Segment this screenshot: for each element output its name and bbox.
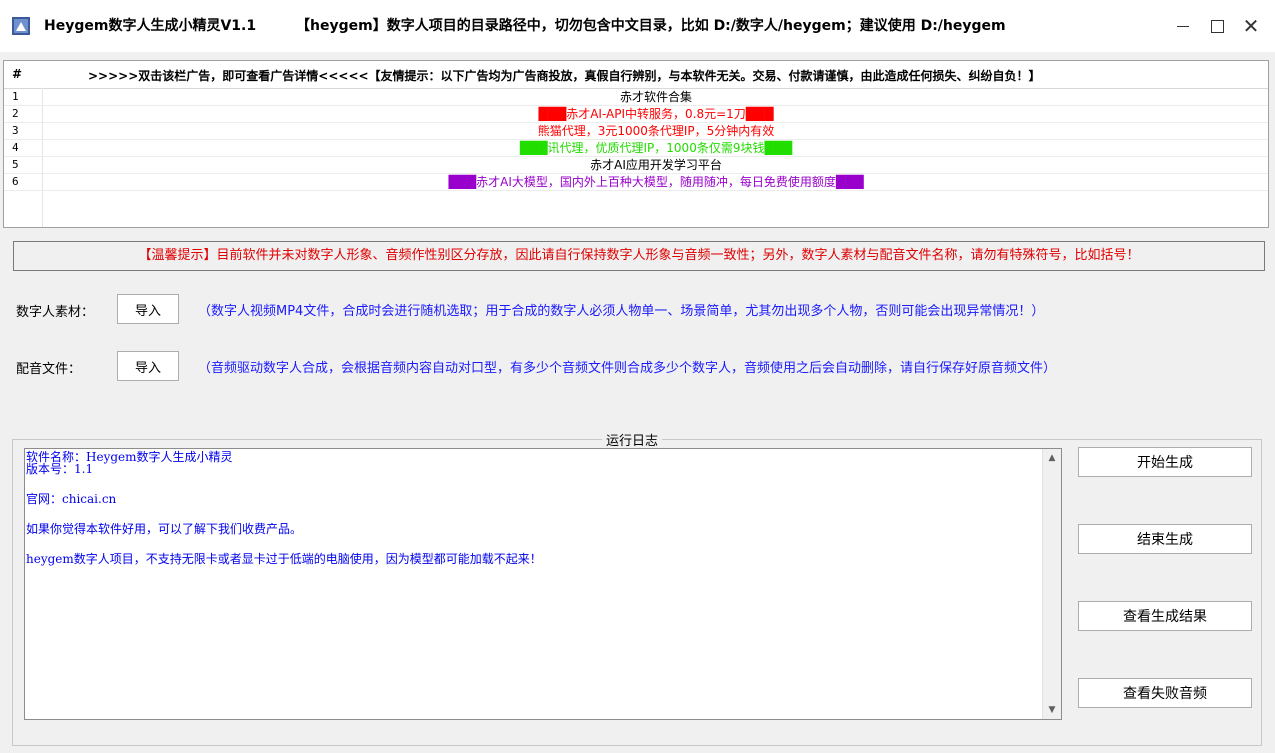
ad-row-text: ███讯代理，优质代理IP，1000条仅需9块钱███ <box>519 141 793 155</box>
ad-row-num: 4 <box>12 141 19 154</box>
minimize-icon <box>1177 25 1189 27</box>
ad-table-header: # >>>>>双击该栏广告，即可查看广告详情<<<<<【友情提示：以下广告均为广… <box>4 61 1268 89</box>
window-title: Heygem数字人生成小精灵V1.1 <box>44 18 257 34</box>
start-generate-button[interactable]: 开始生成 <box>1078 447 1252 477</box>
ad-row-num: 1 <box>12 90 19 103</box>
ad-header-text: >>>>>双击该栏广告，即可查看广告详情<<<<<【友情提示：以下广告均为广告商… <box>88 69 1041 83</box>
ad-row-num: 6 <box>12 175 19 188</box>
title-bar: Heygem数字人生成小精灵V1.1 【heygem】数字人项目的目录路径中，切… <box>0 0 1275 52</box>
scroll-down-icon[interactable]: ▼ <box>1043 701 1061 719</box>
ad-row-num: 5 <box>12 158 19 171</box>
ad-row[interactable]: 2 ███赤才AI-API中转服务，0.8元=1刀███ <box>4 106 1268 123</box>
ad-row[interactable]: 5 赤才AI应用开发学习平台 <box>4 157 1268 174</box>
app-icon <box>12 17 30 35</box>
view-results-button[interactable]: 查看生成结果 <box>1078 601 1252 631</box>
log-content: 软件名称：Heygem数字人生成小精灵 版本号：1.1 官网：chicai.cn… <box>25 449 1043 719</box>
log-scrollbar[interactable]: ▲ ▼ <box>1042 449 1061 719</box>
maximize-icon <box>1210 19 1224 33</box>
log-line: 软件名称：Heygem数字人生成小精灵 <box>26 450 233 464</box>
import-audio-button[interactable]: 导入 <box>117 351 179 381</box>
log-line: 版本号：1.1 <box>26 462 94 476</box>
ad-row[interactable]: 3 熊猫代理，3元1000条代理IP，5分钟内有效 <box>4 123 1268 140</box>
minimize-button[interactable] <box>1165 0 1201 52</box>
log-line: 官网：chicai.cn <box>26 492 117 506</box>
ad-row[interactable]: 6 ███赤才AI大模型，国内外上百种大模型，随用随冲，每日免费使用额度███ <box>4 174 1268 191</box>
material-hint: （数字人视频MP4文件，合成时会进行随机选取；用于合成的数字人必须人物单一、场景… <box>198 304 1045 319</box>
ad-row-num: 2 <box>12 107 19 120</box>
scroll-up-icon[interactable]: ▲ <box>1043 449 1061 467</box>
ad-row[interactable]: 1 赤才软件合集 <box>4 89 1268 106</box>
import-material-button[interactable]: 导入 <box>117 294 179 324</box>
log-line: heygem数字人项目，不支持无限卡或者显卡过于低端的电脑使用，因为模型都可能加… <box>26 552 542 566</box>
ad-row-text: ███赤才AI-API中转服务，0.8元=1刀███ <box>538 107 774 121</box>
view-failed-audio-button[interactable]: 查看失败音频 <box>1078 678 1252 708</box>
ad-rows: 1 赤才软件合集 2 ███赤才AI-API中转服务，0.8元=1刀███ 3 熊猫代理，… <box>4 89 1268 191</box>
log-textarea[interactable]: 软件名称：Heygem数字人生成小精灵 版本号：1.1 官网：chicai.cn… <box>24 448 1062 720</box>
ad-row-text: 赤才AI应用开发学习平台 <box>590 158 722 172</box>
ad-row[interactable]: 4 ███讯代理，优质代理IP，1000条仅需9块钱███ <box>4 140 1268 157</box>
ad-row-text: ███赤才AI大模型，国内外上百种大模型，随用随冲，每日免费使用额度███ <box>448 175 864 189</box>
close-icon: ✕ <box>1242 14 1260 38</box>
audio-label: 配音文件： <box>16 362 82 377</box>
audio-hint: （音频驱动数字人合成，会根据音频内容自动对口型，有多少个音频文件则合成多少个数字… <box>198 361 1057 376</box>
log-line: 如果你觉得本软件好用，可以了解下我们收费产品。 <box>26 522 303 536</box>
notice-banner: 【温馨提示】目前软件并未对数字人形象、音频作性别区分存放，因此请自行保持数字人形… <box>13 241 1265 271</box>
ad-header-num: # <box>12 67 23 81</box>
ad-row-text: 赤才软件合集 <box>619 90 692 104</box>
stop-generate-button[interactable]: 结束生成 <box>1078 524 1252 554</box>
ad-table[interactable]: # >>>>>双击该栏广告，即可查看广告详情<<<<<【友情提示：以下广告均为广… <box>3 60 1269 228</box>
ad-row-text: 熊猫代理，3元1000条代理IP，5分钟内有效 <box>537 124 775 138</box>
material-label: 数字人素材： <box>16 305 95 320</box>
title-path-warning: 【heygem】数字人项目的目录路径中，切勿包含中文目录，比如 D:/数字人/h… <box>296 18 1006 34</box>
log-legend: 运行日志 <box>602 430 663 449</box>
maximize-button[interactable] <box>1199 0 1235 52</box>
close-button[interactable]: ✕ <box>1233 0 1269 52</box>
ad-row-num: 3 <box>12 124 19 137</box>
